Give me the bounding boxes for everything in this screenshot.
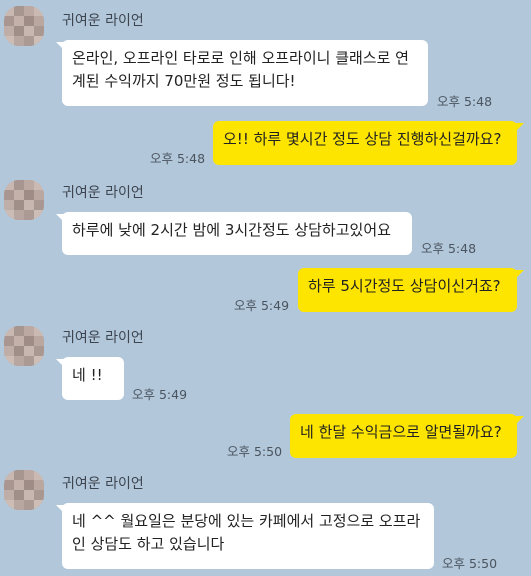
message-bubble[interactable]: 오!! 하루 몇시간 정도 상담 진행하신걸까요?: [213, 121, 517, 165]
message-bubble[interactable]: 하루에 낮에 2시간 밤에 3시간정도 상담하고있어요: [62, 212, 412, 255]
message-time: 오후 5:48: [421, 241, 477, 256]
avatar[interactable]: [4, 6, 44, 46]
avatar[interactable]: [4, 326, 44, 366]
message-time: 오후 5:49: [132, 387, 188, 402]
sender-name: 귀여운 라이언: [62, 13, 144, 29]
message-time: 오후 5:49: [234, 298, 290, 313]
message-time: 오후 5:50: [227, 444, 283, 459]
sender-name: 귀여운 라이언: [62, 476, 144, 492]
sender-name: 귀여운 라이언: [62, 330, 144, 346]
message-bubble[interactable]: 온라인, 오프라인 타로로 인해 오프라이니 클래스로 연계된 수익까지 70만…: [62, 40, 428, 106]
avatar[interactable]: [4, 180, 44, 220]
bubble-tail: [515, 416, 524, 425]
message-bubble[interactable]: 네 ^^ 월요일은 분당에 있는 카페에서 고정으로 오프라인 상담도 하고 있…: [62, 503, 434, 569]
bubble-tail: [515, 270, 524, 279]
avatar[interactable]: [4, 470, 44, 510]
message-time: 오후 5:50: [442, 556, 498, 571]
sender-name: 귀여운 라이언: [62, 185, 144, 201]
bubble-tail: [515, 123, 524, 132]
message-time: 오후 5:48: [437, 94, 493, 109]
message-time: 오후 5:48: [150, 151, 206, 166]
message-bubble[interactable]: 네 한달 수익금으로 알면될까요?: [290, 414, 517, 458]
message-bubble[interactable]: 네 !!: [62, 357, 124, 400]
message-bubble[interactable]: 하루 5시간정도 상담이신거죠?: [298, 268, 517, 312]
